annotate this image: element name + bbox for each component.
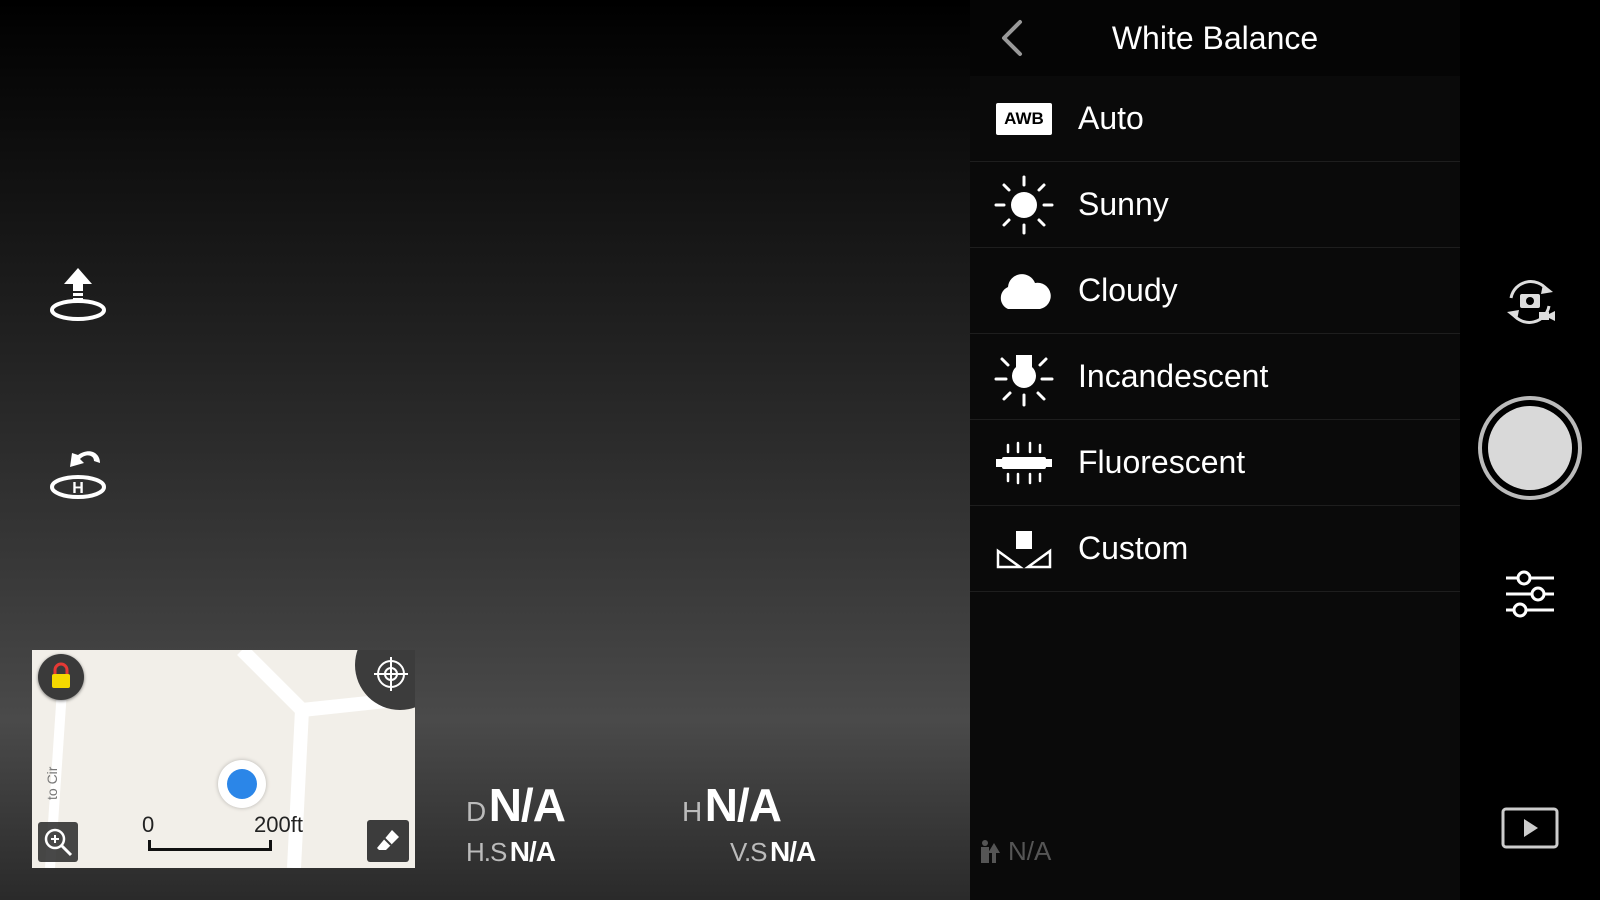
mini-map[interactable]: to Cir 0 200ft: [32, 650, 415, 868]
playback-button[interactable]: [1500, 806, 1560, 850]
altitude-value: N/A: [1008, 836, 1052, 866]
camera-switch-icon: [1507, 280, 1555, 324]
distance-value: N/A: [488, 779, 566, 831]
wb-option-label: Fluorescent: [1078, 444, 1246, 480]
return-home-icon: H: [50, 451, 106, 499]
height-readout: H N/A: [682, 778, 782, 832]
sun-icon: [992, 173, 1056, 237]
vertical-speed-label: V.S: [730, 837, 768, 867]
aircraft-location-dot: [218, 760, 266, 808]
eraser-icon: [377, 830, 399, 850]
person-icon: [981, 839, 1000, 863]
cloud-icon: [992, 259, 1056, 323]
white-balance-panel: White Balance AWB Auto Sunny Cloudy Inca…: [970, 0, 1460, 900]
takeoff-icon: [50, 268, 106, 321]
height-value: N/A: [704, 779, 782, 831]
crosshair-icon: [374, 657, 408, 691]
panel-header: White Balance: [970, 0, 1460, 76]
takeoff-button[interactable]: [46, 262, 110, 326]
street-name: to Cir: [44, 766, 60, 800]
lock-icon: [52, 662, 70, 688]
locate-button[interactable]: [373, 656, 409, 692]
distance-readout: D N/A: [466, 778, 566, 832]
map-lock-button[interactable]: [38, 654, 84, 700]
zoom-in-icon: [44, 828, 73, 857]
wb-option-custom[interactable]: Custom: [970, 506, 1460, 592]
wb-option-label: Custom: [1078, 530, 1189, 566]
scale-start-label: 0: [142, 812, 155, 837]
back-button[interactable]: [990, 14, 1034, 62]
camera-settings-button[interactable]: [1500, 564, 1560, 624]
camera-view: H to Cir 0 200ft D N/A H N/A H.S N/A V.S…: [0, 0, 970, 900]
panel-title: White Balance: [1111, 19, 1319, 56]
wb-option-fluorescent[interactable]: Fluorescent: [970, 420, 1460, 506]
awb-icon: AWB: [992, 87, 1056, 151]
camera-controls-rail: [1460, 0, 1600, 900]
wb-option-sunny[interactable]: Sunny: [970, 162, 1460, 248]
svg-text:H: H: [72, 480, 84, 497]
distance-label: D: [466, 796, 486, 827]
shutter-button[interactable]: [1478, 396, 1582, 500]
horizontal-speed-label: H.S: [466, 837, 507, 867]
custom-icon: [992, 517, 1056, 581]
horizontal-speed-readout: H.S N/A: [466, 836, 556, 868]
altitude-indicator: N/A: [978, 836, 1051, 867]
incandescent-icon: [992, 345, 1056, 409]
vertical-speed-value: N/A: [769, 836, 816, 867]
play-icon: [1501, 807, 1559, 849]
vertical-speed-readout: V.S N/A: [730, 836, 816, 868]
photo-video-toggle-button[interactable]: [1495, 272, 1565, 332]
wb-option-label: Incandescent: [1078, 358, 1269, 394]
wb-option-incandescent[interactable]: Incandescent: [970, 334, 1460, 420]
fluorescent-icon: [992, 431, 1056, 495]
wb-option-label: Cloudy: [1078, 272, 1178, 308]
height-label: H: [682, 796, 702, 827]
scale-end-label: 200ft: [254, 812, 303, 837]
awb-icon-text: AWB: [996, 102, 1052, 135]
clear-path-button[interactable]: [367, 820, 409, 862]
wb-option-label: Sunny: [1078, 186, 1169, 222]
sliders-icon: [1506, 570, 1554, 618]
wb-option-label: Auto: [1078, 100, 1144, 136]
wb-option-auto[interactable]: AWB Auto: [970, 76, 1460, 162]
return-home-button[interactable]: H: [46, 440, 110, 504]
scale-bar: [148, 840, 272, 851]
horizontal-speed-value: N/A: [509, 836, 556, 867]
map-zoom-button[interactable]: [38, 822, 78, 862]
chevron-left-icon: [1002, 20, 1022, 56]
wb-option-cloudy[interactable]: Cloudy: [970, 248, 1460, 334]
